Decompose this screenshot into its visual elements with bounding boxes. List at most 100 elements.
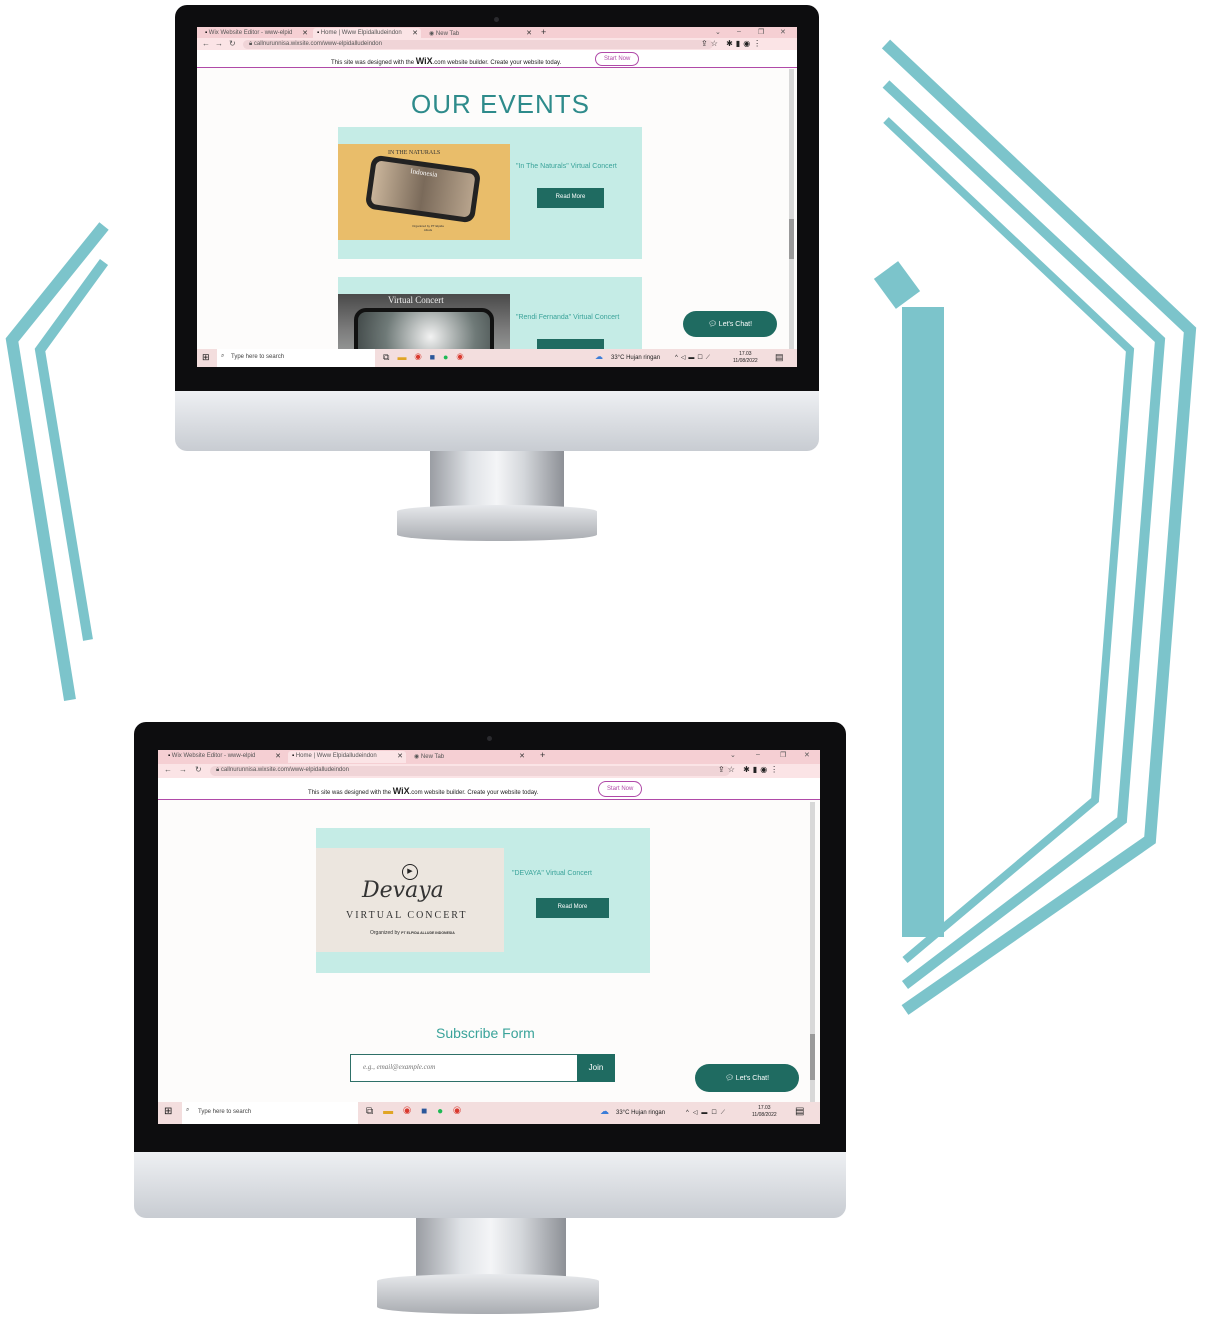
windows-taskbar: ⊞ ⌕ Type here to search ⧉▬◉■●◉ ☁ 33°C Huj… [158, 1102, 820, 1124]
join-button[interactable]: Join [577, 1054, 615, 1082]
chat-label: Let's Chat! [718, 321, 753, 328]
windows-start-icon[interactable]: ⊞ [164, 1106, 172, 1117]
tab-new[interactable]: ◉ New Tab ✕ [410, 751, 528, 763]
new-tab-button[interactable]: + [541, 27, 546, 37]
tab-home[interactable]: ▪ Home | Www Elpidalludeindon ✕ [313, 28, 421, 38]
event-card: ▶ Devaya VIRTUAL CONCERT Organized by PT… [316, 828, 650, 973]
tab-label: Home | Www Elpidalludeindon [320, 30, 402, 36]
taskbar-search[interactable]: ⌕ Type here to search [182, 1102, 358, 1124]
minimize-button[interactable]: – [756, 751, 760, 758]
windows-start-icon[interactable]: ⊞ [202, 352, 210, 363]
event-title: "DEVAYA" Virtual Concert [512, 870, 592, 877]
tab-home[interactable]: ▪ Home | Www Elpidalludeindon ✕ [288, 751, 406, 763]
back-icon[interactable]: ← [202, 39, 210, 48]
close-icon[interactable]: ✕ [526, 29, 532, 37]
notification-icon[interactable]: ▤ [775, 352, 784, 363]
monitor-stand [416, 1218, 566, 1280]
chat-bubble-icon: 💬︎ [707, 321, 719, 328]
chat-bubble-icon: 💬︎ [724, 1075, 736, 1082]
system-tray-icons[interactable]: ^◁▬☐⟋ [686, 1109, 729, 1117]
event-card: IN THE NATURALS Indonesia Organized by P… [338, 127, 642, 259]
new-tab-button[interactable]: + [540, 750, 545, 760]
chrome-icon: ◉ [429, 31, 436, 37]
restore-button[interactable]: ❐ [780, 751, 786, 759]
event-poster[interactable]: IN THE NATURALS Indonesia Organized by P… [338, 144, 510, 240]
start-now-button[interactable]: Start Now [598, 781, 643, 797]
poster-organizer: Organized by PT Elpida Alluds [412, 224, 444, 232]
taskbar-app-icons[interactable]: ⧉▬◉■●◉ [366, 1106, 471, 1117]
browser-tab-bar: ▪ Wix Website Editor - www-elpid ✕ ▪ Home… [197, 27, 797, 38]
clock: 17.03 11/08/2022 [752, 1105, 777, 1118]
close-icon[interactable]: ✕ [519, 752, 525, 760]
phone-image: Indonesia [364, 154, 482, 224]
close-icon[interactable]: ✕ [412, 29, 418, 37]
reload-icon[interactable]: ↻ [229, 39, 236, 48]
monitor-top: ▪ Wix Website Editor - www-elpid ✕ ▪ Home… [175, 5, 819, 545]
address-bar-row: ← → ↻ 🔒︎ callnurunnisa.wixsite.com/www-e… [158, 764, 820, 778]
tab-wix-editor[interactable]: ▪ Wix Website Editor - www-elpid ✕ [164, 751, 284, 763]
search-icon: ⌕ [186, 1107, 190, 1113]
monitor-stand [430, 451, 564, 513]
url-text: callnurunnisa.wixsite.com/www-elpidallud… [253, 41, 382, 47]
url-input[interactable]: 🔒︎ callnurunnisa.wixsite.com/www-elpidal… [210, 766, 730, 776]
tab-label: New Tab [420, 754, 445, 760]
start-now-button[interactable]: Start Now [595, 52, 640, 66]
taskbar-search[interactable]: ⌕ Type here to search [217, 349, 375, 367]
notification-icon[interactable]: ▤ [795, 1106, 804, 1117]
tab-label: Wix Website Editor - www-elpid [208, 30, 293, 36]
chat-label: Let's Chat! [735, 1075, 770, 1082]
poster-script: Devaya [362, 878, 444, 903]
browser-toolbar-icons[interactable]: ⇪☆ ✱▮◉⋮ [718, 765, 781, 774]
minimize-button[interactable]: – [737, 28, 741, 35]
wix-banner: This site was designed with the WiX.com … [158, 778, 820, 800]
scrollbar[interactable] [810, 802, 815, 1102]
page-title: OUR EVENTS [411, 89, 591, 119]
tab-search-icon[interactable]: ⌄ [730, 751, 736, 759]
close-window-button[interactable]: ✕ [780, 28, 786, 36]
poster-organizer: Organized by PT ELPIDA ALLUDE INDONESIA [370, 930, 455, 936]
monitor-bottom: ▪ Wix Website Editor - www-elpid ✕ ▪ Home… [134, 722, 846, 1318]
wix-banner-text: This site was designed with the WiX.com … [331, 56, 562, 66]
event-title: "Rendi Fernanda" Virtual Concert [516, 314, 620, 321]
event-title: "In The Naturals" Virtual Concert [516, 163, 617, 170]
scrollbar[interactable] [789, 69, 794, 351]
back-icon[interactable]: ← [164, 765, 172, 774]
monitor-base [397, 505, 597, 541]
browser-tab-bar: ▪ Wix Website Editor - www-elpid ✕ ▪ Home… [158, 750, 820, 764]
taskbar-app-icons[interactable]: ⧉▬◉■●◉ [383, 352, 472, 363]
email-input[interactable]: e.g., email@example.com [350, 1054, 578, 1082]
wix-banner: This site was designed with the WiX.com … [197, 50, 797, 68]
weather-icon: ☁ [595, 352, 603, 361]
read-more-button[interactable]: Read More [536, 898, 609, 918]
close-icon[interactable]: ✕ [275, 752, 281, 760]
close-icon[interactable]: ✕ [302, 29, 308, 37]
webcam [494, 17, 499, 22]
clock: 17.03 11/08/2022 [733, 351, 758, 364]
close-icon[interactable]: ✕ [397, 752, 403, 760]
subscribe-title: Subscribe Form [436, 1025, 535, 1041]
tab-label: New Tab [435, 31, 460, 37]
close-window-button[interactable]: ✕ [804, 751, 810, 759]
poster-title: IN THE NATURALS [388, 150, 441, 156]
reload-icon[interactable]: ↻ [195, 765, 202, 774]
monitor-chin [175, 391, 819, 451]
tab-search-icon[interactable]: ⌄ [715, 28, 721, 36]
search-icon: ⌕ [221, 353, 225, 359]
screen: ▪ Wix Website Editor - www-elpid ✕ ▪ Home… [197, 27, 797, 367]
system-tray-icons[interactable]: ^◁▬☐⟋ [675, 354, 713, 362]
forward-icon[interactable]: → [179, 765, 187, 774]
browser-toolbar-icons[interactable]: ⇪☆ ✱▮◉⋮ [701, 39, 764, 48]
read-more-button[interactable]: Read More [537, 188, 604, 208]
url-text: callnurunnisa.wixsite.com/www-elpidallud… [220, 767, 349, 773]
tab-new[interactable]: ◉ New Tab ✕ [425, 28, 535, 38]
tab-label: Home | Www Elpidalludeindon [295, 753, 377, 759]
forward-icon[interactable]: → [215, 39, 223, 48]
lets-chat-button[interactable]: 💬︎ Let's Chat! [683, 311, 777, 337]
restore-button[interactable]: ❐ [758, 28, 764, 36]
tab-wix-editor[interactable]: ▪ Wix Website Editor - www-elpid ✕ [201, 28, 311, 38]
chrome-icon: ◉ [414, 754, 421, 760]
event-poster[interactable]: ▶ Devaya VIRTUAL CONCERT Organized by PT… [316, 848, 504, 952]
webcam [487, 736, 492, 741]
lets-chat-button[interactable]: 💬︎ Let's Chat! [695, 1064, 799, 1092]
url-input[interactable]: 🔒︎ callnurunnisa.wixsite.com/www-elpidal… [243, 40, 713, 49]
